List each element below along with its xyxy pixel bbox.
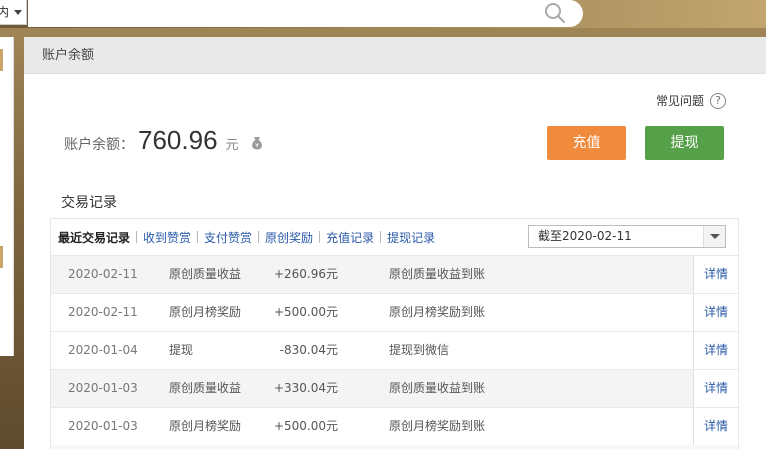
recharge-button[interactable]: 充值 bbox=[547, 126, 626, 160]
tab-divider bbox=[258, 231, 260, 243]
row-date: 2020-02-11 bbox=[68, 305, 138, 319]
balance-display: 账户余额： 760.96 元 ¥ bbox=[64, 125, 265, 156]
balance-unit: 元 bbox=[225, 138, 239, 153]
search-scope-label: 内 bbox=[0, 0, 9, 24]
sidebar-marker bbox=[0, 246, 3, 268]
row-detail-link[interactable]: 详情 bbox=[693, 294, 738, 331]
row-date: 2020-01-03 bbox=[68, 381, 138, 395]
table-row: 2020-01-03 原创月榜奖励 +500.00元 原创月榜奖励到账 详情 bbox=[51, 407, 738, 445]
tab-divider bbox=[319, 231, 321, 243]
row-amount: +260.96元 bbox=[273, 267, 338, 281]
question-icon: ? bbox=[710, 92, 726, 109]
tab-divider bbox=[136, 231, 138, 243]
row-description: 原创月榜奖励到账 bbox=[389, 419, 486, 433]
faq-link[interactable]: 常见问题 ? bbox=[656, 92, 726, 109]
tab-paid-rewards[interactable]: 支付赞赏 bbox=[204, 229, 252, 246]
tab-recent-transactions[interactable]: 最近交易记录 bbox=[58, 229, 130, 246]
account-balance-panel: 账户余额 常见问题 ? 账户余额： 760.96 元 ¥ 充值 提现 交易记录 … bbox=[24, 37, 766, 449]
withdraw-button[interactable]: 提现 bbox=[645, 126, 724, 160]
search-icon[interactable] bbox=[543, 1, 567, 25]
balance-label: 账户余额： bbox=[64, 137, 134, 153]
tab-withdraw-records[interactable]: 提现记录 bbox=[387, 229, 435, 246]
row-amount: +330.04元 bbox=[273, 381, 338, 395]
balance-amount: 760.96 bbox=[138, 125, 218, 155]
record-tabs: 最近交易记录 收到赞赏 支付赞赏 原创奖励 充值记录 提现记录 截至2020-0… bbox=[51, 219, 738, 255]
row-detail-link[interactable]: 详情 bbox=[693, 408, 738, 445]
faq-label: 常见问题 bbox=[655, 94, 704, 108]
tab-recharge-records[interactable]: 充值记录 bbox=[326, 229, 374, 246]
row-description: 原创质量收益到账 bbox=[389, 381, 486, 395]
row-type: 原创月榜奖励 bbox=[169, 305, 242, 319]
top-search-bar: 内 bbox=[0, 0, 766, 28]
row-amount: +500.00元 bbox=[273, 419, 338, 433]
row-detail-link[interactable]: 详情 bbox=[693, 370, 738, 407]
records-title: 交易记录 bbox=[61, 195, 117, 211]
row-description: 原创质量收益到账 bbox=[389, 267, 486, 281]
sidebar-marker bbox=[0, 49, 3, 71]
table-row: 2020-01-03 原创质量收益 +330.04元 原创质量收益到账 详情 bbox=[51, 369, 738, 407]
date-filter-select[interactable]: 截至2020-02-11 bbox=[528, 225, 726, 248]
transaction-records: 最近交易记录 收到赞赏 支付赞赏 原创奖励 充值记录 提现记录 截至2020-0… bbox=[50, 218, 739, 449]
panel-title: 账户余额 bbox=[24, 37, 766, 74]
tab-original-rewards[interactable]: 原创奖励 bbox=[265, 229, 313, 246]
tab-divider bbox=[197, 231, 199, 243]
row-date: 2020-02-11 bbox=[68, 267, 138, 281]
svg-text:¥: ¥ bbox=[255, 143, 259, 150]
money-bag-icon: ¥ bbox=[251, 137, 262, 150]
row-description: 原创月榜奖励到账 bbox=[389, 305, 486, 319]
sidebar-fragment bbox=[0, 37, 14, 356]
date-filter-value: 截至2020-02-11 bbox=[538, 229, 632, 243]
table-row: 2020-02-11 原创质量收益 +260.96元 原创质量收益到账 详情 bbox=[51, 255, 738, 293]
chevron-down-icon bbox=[14, 10, 22, 15]
chevron-down-icon[interactable] bbox=[703, 226, 725, 247]
table-row: 2020-02-11 原创月榜奖励 +500.00元 原创月榜奖励到账 详情 bbox=[51, 293, 738, 331]
row-amount: +500.00元 bbox=[273, 305, 338, 319]
row-type: 原创质量收益 bbox=[169, 267, 242, 281]
row-detail-link[interactable]: 详情 bbox=[693, 256, 738, 293]
row-description: 提现到微信 bbox=[389, 343, 450, 357]
search-scope-dropdown[interactable]: 内 bbox=[0, 0, 27, 25]
row-date: 2020-01-04 bbox=[68, 343, 138, 357]
tab-received-rewards[interactable]: 收到赞赏 bbox=[143, 229, 191, 246]
row-date: 2020-01-03 bbox=[68, 419, 138, 433]
row-detail-link[interactable]: 详情 bbox=[693, 332, 738, 369]
row-type: 提现 bbox=[169, 343, 194, 357]
row-type: 原创质量收益 bbox=[169, 381, 242, 395]
search-input[interactable] bbox=[28, 0, 583, 27]
row-type: 原创月榜奖励 bbox=[169, 419, 242, 433]
tab-divider bbox=[380, 231, 382, 243]
row-amount: -830.04元 bbox=[279, 343, 338, 357]
table-row: 2020-01-04 提现 -830.04元 提现到微信 详情 bbox=[51, 331, 738, 369]
